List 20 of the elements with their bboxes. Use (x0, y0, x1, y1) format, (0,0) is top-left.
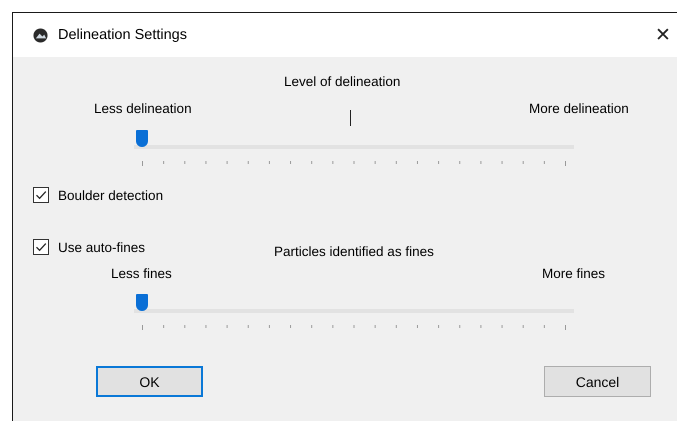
slider-title: Particles identified as fines (274, 244, 434, 259)
ok-button[interactable]: OK (96, 366, 203, 397)
checkbox[interactable] (33, 239, 49, 255)
slider-thumb[interactable] (136, 294, 148, 311)
window-title: Delineation Settings (58, 27, 187, 43)
app-icon (33, 28, 48, 42)
slider[interactable] (134, 294, 574, 330)
slider-thumb[interactable] (136, 130, 148, 147)
cancel-button[interactable]: Cancel (544, 366, 651, 397)
checkbox-label: Boulder detection (58, 188, 164, 202)
max-label: More delineation (529, 101, 629, 116)
checkbox[interactable] (33, 187, 49, 203)
min-label: Less fines (111, 266, 172, 281)
max-label: More fines (542, 266, 606, 281)
marker-line (350, 110, 351, 126)
slider-title: Level of delineation (284, 74, 400, 89)
checkbox-label: Use auto-fines (58, 240, 146, 254)
close-button[interactable]: ✕ (655, 26, 671, 44)
slider[interactable] (134, 130, 574, 166)
min-label: Less delineation (94, 101, 192, 116)
